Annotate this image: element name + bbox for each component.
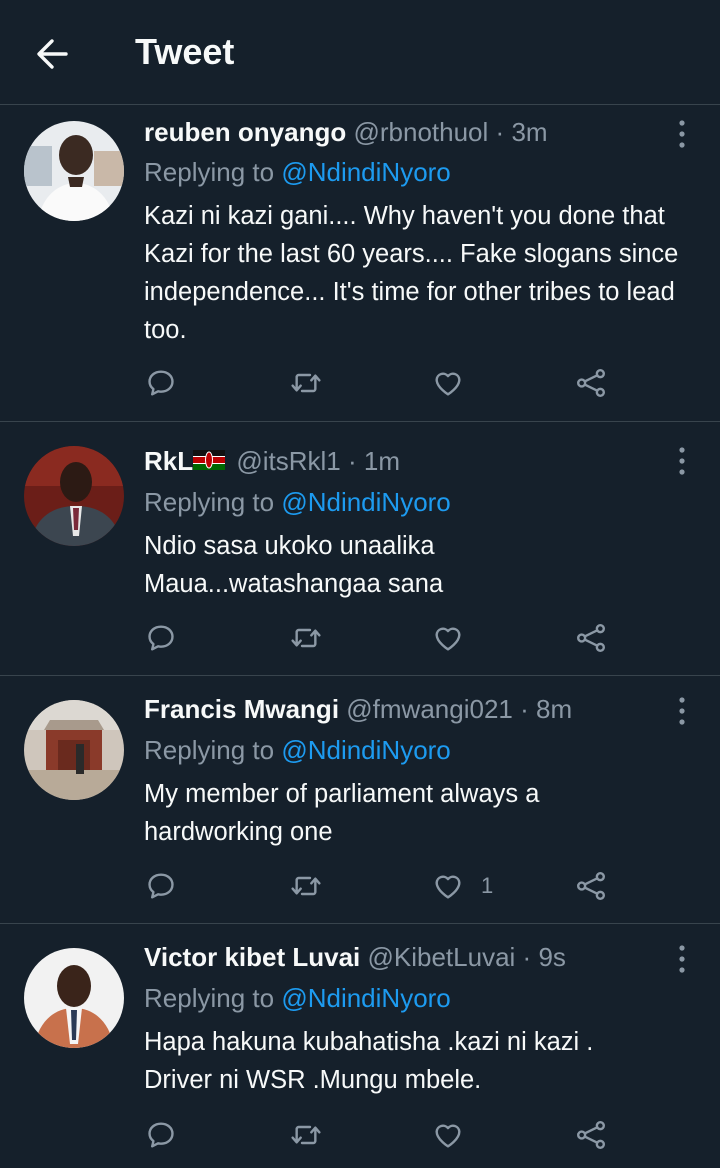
action-bar [0, 363, 720, 403]
more-options-button[interactable] [672, 446, 692, 476]
timestamp[interactable]: 8m [536, 694, 572, 724]
tweet-header: RkL @itsRkl1 · 1m [144, 444, 400, 478]
share-icon [575, 870, 607, 902]
more-options-button[interactable] [672, 944, 692, 974]
avatar[interactable] [24, 948, 124, 1048]
heart-icon [431, 622, 465, 654]
separator-dot: · [520, 694, 529, 724]
page-title: Tweet [135, 31, 235, 72]
kenya-flag-icon [193, 444, 226, 478]
comment-icon [145, 367, 177, 399]
separator-dot: · [495, 117, 505, 147]
avatar[interactable] [24, 700, 124, 800]
display-name[interactable]: RkL [144, 446, 193, 476]
like-button[interactable] [431, 1115, 481, 1155]
retweet-icon [288, 870, 324, 902]
more-options-button[interactable] [672, 696, 692, 726]
mention-link[interactable]: @NdindiNyoro [281, 983, 450, 1013]
replying-to: Replying to @NdindiNyoro [144, 981, 451, 1015]
heart-icon [431, 367, 465, 399]
tweet-item[interactable]: Francis Mwangi @fmwangi021 · 8m Replying… [0, 676, 720, 924]
comment-icon [145, 1119, 177, 1151]
display-name[interactable]: Victor kibet Luvai [144, 942, 360, 972]
retweet-button[interactable] [288, 618, 324, 658]
retweet-button[interactable] [288, 1115, 324, 1155]
replying-to-label: Replying to [144, 157, 282, 187]
reply-button[interactable] [145, 866, 177, 906]
retweet-icon [288, 622, 324, 654]
like-button[interactable]: 1 [431, 866, 493, 906]
action-bar: 1 [0, 866, 720, 906]
like-count: 1 [481, 873, 494, 898]
tweet-item[interactable]: reuben onyango @rbnothuol · 3m Replying … [0, 105, 720, 422]
more-vertical-icon [672, 119, 692, 149]
more-vertical-icon [672, 696, 692, 726]
tweet-text: Kazi ni kazi gani.... Why haven't you do… [144, 202, 679, 344]
tweet-text: Hapa hakuna kubahatisha .kazi ni kazi . … [144, 1028, 594, 1094]
retweet-button[interactable] [288, 363, 324, 403]
action-bar [0, 618, 720, 658]
timestamp[interactable]: 1m [364, 446, 400, 476]
username[interactable]: @KibetLuvai [368, 942, 516, 972]
username[interactable]: @fmwangi021 [346, 694, 513, 724]
mention-link[interactable]: @NdindiNyoro [281, 157, 450, 187]
like-button[interactable] [431, 363, 481, 403]
replying-to: Replying to @NdindiNyoro [144, 733, 451, 767]
display-name[interactable]: reuben onyango [144, 117, 346, 147]
avatar[interactable] [24, 446, 124, 546]
tweet-header: Victor kibet Luvai @KibetLuvai · 9s [144, 940, 566, 974]
heart-icon [431, 1119, 465, 1151]
separator-dot: · [522, 942, 532, 972]
more-vertical-icon [672, 944, 692, 974]
tweet-header: Francis Mwangi @fmwangi021 · 8m [144, 692, 572, 726]
replying-to-label: Replying to [144, 487, 282, 517]
share-button[interactable] [575, 866, 607, 906]
tweet-text: My member of parliament always a hardwor… [144, 780, 540, 846]
avatar[interactable] [24, 121, 124, 221]
more-vertical-icon [672, 446, 692, 476]
retweet-icon [288, 367, 324, 399]
mention-link[interactable]: @NdindiNyoro [281, 735, 450, 765]
top-bar: Tweet [0, 0, 720, 105]
username[interactable]: @rbnothuol [353, 117, 488, 147]
timestamp[interactable]: 3m [511, 117, 547, 147]
replying-to-label: Replying to [144, 983, 282, 1013]
more-options-button[interactable] [672, 119, 692, 149]
retweet-icon [288, 1119, 324, 1151]
like-button[interactable] [431, 618, 481, 658]
retweet-button[interactable] [288, 866, 324, 906]
share-button[interactable] [575, 618, 607, 658]
tweet-text: Ndio sasa ukoko unaalika Maua...watashan… [144, 532, 444, 598]
reply-button[interactable] [145, 363, 177, 403]
reply-button[interactable] [145, 618, 177, 658]
share-button[interactable] [575, 1115, 607, 1155]
username[interactable]: @itsRkl1 [236, 446, 340, 476]
share-icon [575, 1119, 607, 1151]
action-bar [0, 1115, 720, 1155]
share-button[interactable] [575, 363, 607, 403]
display-name[interactable]: Francis Mwangi [144, 694, 339, 724]
replying-to: Replying to @NdindiNyoro [144, 155, 451, 189]
back-button[interactable] [30, 34, 74, 74]
replying-to: Replying to @NdindiNyoro [144, 485, 451, 519]
tweet-item[interactable]: RkL @itsRkl1 · 1m Replying to @NdindiNyo… [0, 422, 720, 676]
comment-icon [145, 622, 177, 654]
arrow-left-icon [37, 39, 68, 69]
tweet-header: reuben onyango @rbnothuol · 3m [144, 115, 548, 149]
reply-button[interactable] [145, 1115, 177, 1155]
mention-link[interactable]: @NdindiNyoro [281, 487, 450, 517]
tweet-item[interactable]: Victor kibet Luvai @KibetLuvai · 9s Repl… [0, 924, 720, 1168]
share-icon [575, 367, 607, 399]
heart-icon [431, 870, 465, 902]
comment-icon [145, 870, 177, 902]
timestamp[interactable]: 9s [538, 942, 565, 972]
share-icon [575, 622, 607, 654]
separator-dot: · [348, 446, 357, 476]
replying-to-label: Replying to [144, 735, 282, 765]
